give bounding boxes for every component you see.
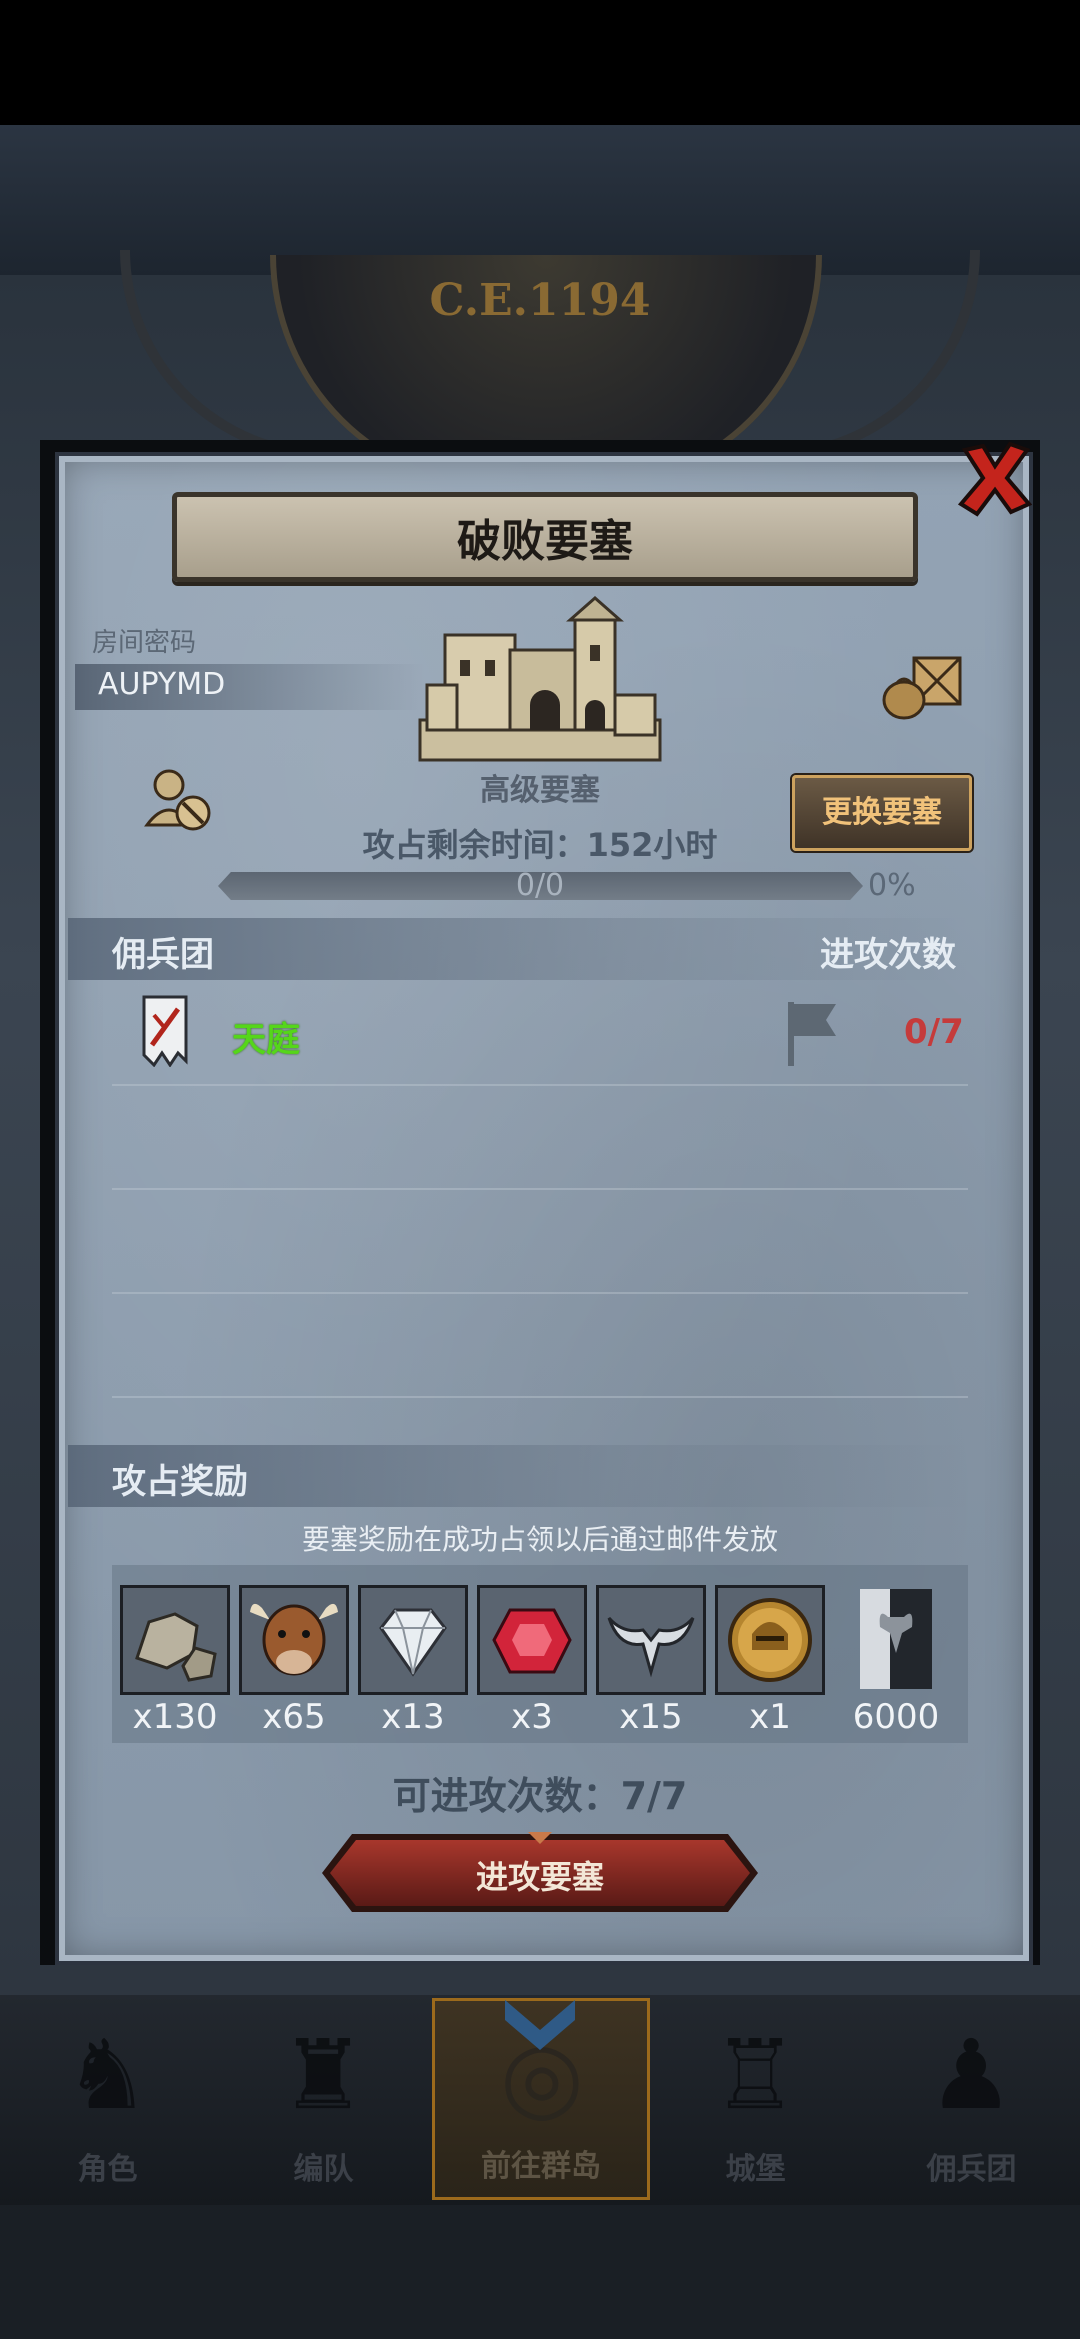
tab-label: 城堡 bbox=[725, 2152, 786, 2187]
button-chevron-icon bbox=[528, 1832, 552, 1844]
helmet-medal-icon bbox=[718, 1588, 822, 1692]
reward-qty: 6000 bbox=[852, 1697, 940, 1737]
castle-icon: ♖ bbox=[711, 2019, 799, 2131]
reward-item-ruby[interactable] bbox=[477, 1585, 587, 1695]
tab-label: 编队 bbox=[293, 2152, 354, 2187]
reward-item-helmet-medal[interactable] bbox=[715, 1585, 825, 1695]
reward-header-label: 攻占奖励 bbox=[112, 1462, 248, 1502]
reward-item-diamond[interactable] bbox=[358, 1585, 468, 1695]
modal-title: 破败要塞 bbox=[457, 516, 633, 567]
era-label: C.E.1194 bbox=[429, 275, 651, 326]
row-divider bbox=[112, 1396, 968, 1398]
mercenary-attack-count: 0/7 bbox=[904, 1012, 964, 1052]
change-fortress-button[interactable]: 更换要塞 bbox=[792, 775, 972, 851]
horns-icon bbox=[599, 1588, 703, 1692]
tab-formation[interactable]: ♜ 编队 bbox=[216, 2000, 431, 2200]
tab-label: 佣兵团 bbox=[926, 2152, 1017, 2187]
row-divider bbox=[112, 1292, 968, 1294]
remaining-time: 攻占剩余时间：152小时 bbox=[362, 826, 718, 864]
cow-icon bbox=[242, 1588, 346, 1692]
row-divider bbox=[112, 1188, 968, 1190]
progress-text: 0/0 bbox=[515, 868, 565, 903]
system-nav-area bbox=[0, 2205, 1080, 2339]
reward-qty: x3 bbox=[511, 1697, 553, 1737]
mercenary-header-label: 佣兵团 bbox=[112, 935, 214, 975]
close-icon[interactable] bbox=[955, 438, 1035, 518]
reward-qty: x65 bbox=[262, 1697, 326, 1737]
fortress-image bbox=[418, 596, 662, 762]
reward-qty: x13 bbox=[381, 1697, 445, 1737]
attack-fortress-label: 进攻要塞 bbox=[475, 1858, 604, 1896]
fortress-name: 高级要塞 bbox=[480, 773, 600, 808]
tab-label: 前往群岛 bbox=[481, 2149, 601, 2184]
status-bar-area bbox=[0, 0, 1080, 125]
room-code-label: 房间密码 bbox=[92, 628, 197, 658]
attack-count-header-label: 进攻次数 bbox=[820, 935, 956, 975]
mercenary-icon: ♟ bbox=[927, 2019, 1015, 2131]
reward-item-horns[interactable] bbox=[596, 1585, 706, 1695]
guild-banner-icon bbox=[142, 995, 188, 1067]
knight-icon: ♞ bbox=[63, 2019, 151, 2131]
reward-qty: x1 bbox=[749, 1697, 791, 1737]
active-tab-chevron-icon bbox=[505, 2000, 575, 2050]
reward-item-stone[interactable] bbox=[120, 1585, 230, 1695]
reward-item-cow[interactable] bbox=[239, 1585, 349, 1695]
helmet-icon: ♜ bbox=[279, 2019, 367, 2131]
room-code[interactable]: AUPYMD bbox=[98, 667, 225, 702]
reward-qty: x130 bbox=[132, 1697, 218, 1737]
ruby-icon bbox=[480, 1588, 584, 1692]
reward-note: 要塞奖励在成功占领以后通过邮件发放 bbox=[301, 1523, 778, 1556]
attempts-remaining: 可进攻次数：7/7 bbox=[392, 1774, 688, 1818]
supplies-icon[interactable] bbox=[878, 650, 966, 722]
bull-banner-icon[interactable] bbox=[858, 1587, 934, 1691]
tab-castle[interactable]: ♖ 城堡 bbox=[648, 2000, 863, 2200]
mercenary-name[interactable]: 天庭 bbox=[232, 1012, 300, 1061]
change-fortress-label: 更换要塞 bbox=[822, 795, 942, 830]
tab-mercenary[interactable]: ♟ 佣兵团 bbox=[864, 2000, 1079, 2200]
tab-label: 角色 bbox=[77, 2152, 138, 2187]
progress-percent: 0% bbox=[868, 868, 916, 903]
tab-character[interactable]: ♞ 角色 bbox=[0, 2000, 215, 2200]
stone-icon bbox=[123, 1588, 227, 1692]
no-user-icon[interactable] bbox=[143, 765, 215, 835]
diamond-icon bbox=[361, 1588, 465, 1692]
flag-icon bbox=[788, 1002, 836, 1066]
row-divider bbox=[112, 1084, 968, 1086]
reward-qty: x15 bbox=[619, 1697, 683, 1737]
